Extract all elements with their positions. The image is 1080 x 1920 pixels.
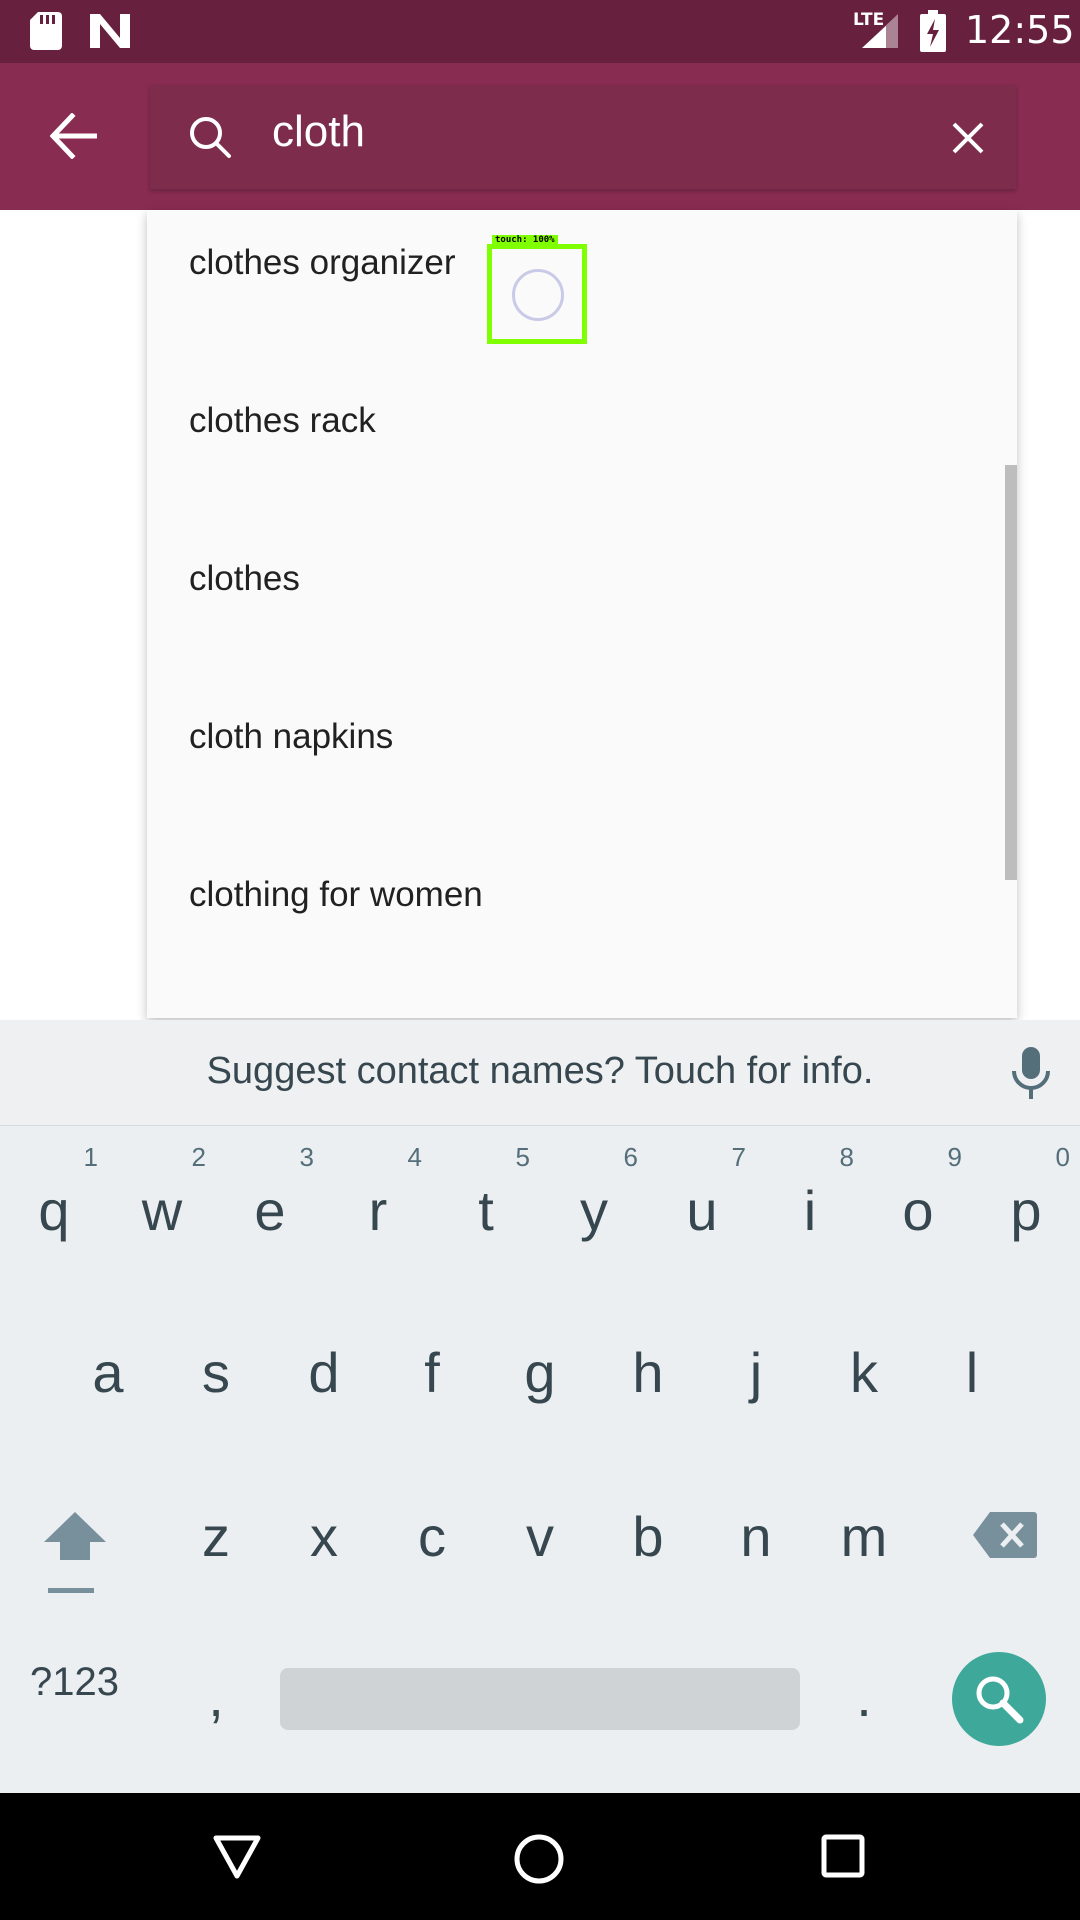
search-box[interactable]: cloth (150, 85, 1016, 189)
key-o[interactable]: 9o (864, 1142, 972, 1243)
suggestion-label: clothing for women (189, 875, 483, 914)
symbols-key[interactable]: ?123 (30, 1660, 119, 1705)
key-hint: 1 (83, 1142, 98, 1172)
home-nav-icon[interactable] (513, 1833, 565, 1885)
key-h[interactable]: h (594, 1340, 702, 1405)
key-y[interactable]: 6y (540, 1142, 648, 1243)
keyboard-suggestion-strip[interactable]: Suggest contact names? Touch for info. (0, 1020, 1080, 1126)
key-label: p (1010, 1179, 1042, 1242)
period-key[interactable]: . (810, 1664, 918, 1729)
key-g[interactable]: g (486, 1340, 594, 1405)
suggestion-item[interactable]: clothes rack (147, 368, 1017, 526)
key-v[interactable]: v (486, 1504, 594, 1569)
key-hint: 0 (1055, 1142, 1070, 1172)
comma-key[interactable]: , (162, 1664, 270, 1729)
touch-label: touch: 100% (492, 235, 558, 245)
key-p[interactable]: 0p (972, 1142, 1080, 1243)
key-label: y (580, 1179, 608, 1242)
backspace-key[interactable] (972, 1510, 1038, 1560)
suggestion-item[interactable]: cloth napkins (147, 684, 1017, 842)
key-j[interactable]: j (702, 1340, 810, 1405)
clear-search-button[interactable] (943, 113, 993, 163)
search-icon (976, 1676, 1024, 1724)
key-c[interactable]: c (378, 1504, 486, 1569)
key-label: t (478, 1179, 494, 1242)
key-hint: 6 (623, 1142, 638, 1172)
battery-charging-icon (920, 10, 946, 52)
navigation-bar (0, 1793, 1080, 1920)
key-label: e (254, 1179, 286, 1242)
key-u[interactable]: 7u (648, 1142, 756, 1243)
key-q[interactable]: 1q (0, 1142, 108, 1243)
clock: 12:55 (965, 8, 1075, 52)
search-input[interactable]: cloth (272, 107, 365, 157)
key-d[interactable]: d (270, 1340, 378, 1405)
key-t[interactable]: 5t (432, 1142, 540, 1243)
key-r[interactable]: 4r (324, 1142, 432, 1243)
key-k[interactable]: k (810, 1340, 918, 1405)
key-m[interactable]: m (810, 1504, 918, 1569)
mic-icon[interactable] (1010, 1045, 1052, 1101)
recents-nav-icon[interactable] (820, 1833, 866, 1879)
sd-card-icon (30, 12, 62, 50)
key-i[interactable]: 8i (756, 1142, 864, 1243)
suggestion-label: cloth napkins (189, 717, 394, 756)
suggestion-label: clothes rack (189, 401, 376, 440)
key-s[interactable]: s (162, 1340, 270, 1405)
search-key[interactable] (952, 1652, 1046, 1746)
touch-indicator: touch: 100% (487, 235, 587, 344)
suggestion-strip-text: Suggest contact names? Touch for info. (206, 1050, 874, 1092)
key-hint: 4 (407, 1142, 422, 1172)
key-hint: 3 (299, 1142, 314, 1172)
signal-icon (862, 14, 898, 48)
key-hint: 9 (947, 1142, 962, 1172)
search-app-bar: cloth (0, 63, 1080, 210)
arrow-back-icon (50, 113, 97, 159)
n-icon (90, 14, 130, 48)
key-l[interactable]: l (918, 1340, 1026, 1405)
key-label: i (803, 1179, 817, 1242)
spacebar[interactable] (280, 1668, 800, 1730)
key-w[interactable]: 2w (108, 1142, 216, 1243)
close-icon (952, 122, 984, 154)
touch-point (512, 269, 564, 321)
key-label: o (902, 1179, 934, 1242)
key-a[interactable]: a (54, 1340, 162, 1405)
status-bar: LTE 12:55 (0, 0, 1080, 63)
scrollbar[interactable] (1005, 465, 1017, 880)
key-hint: 5 (515, 1142, 530, 1172)
key-label: r (368, 1179, 388, 1242)
key-b[interactable]: b (594, 1504, 702, 1569)
back-nav-icon[interactable] (212, 1833, 262, 1881)
key-f[interactable]: f (378, 1340, 486, 1405)
suggestion-label: clothes (189, 559, 300, 598)
key-n[interactable]: n (702, 1504, 810, 1569)
suggestion-item[interactable]: clothes (147, 526, 1017, 684)
search-icon (190, 117, 231, 158)
key-label: w (141, 1179, 183, 1242)
key-label: q (38, 1179, 70, 1242)
key-hint: 2 (191, 1142, 206, 1172)
backspace-icon (973, 1512, 1037, 1558)
shift-key[interactable] (40, 1510, 110, 1595)
suggestion-item[interactable]: clothing for women (147, 842, 1017, 1000)
key-hint: 7 (731, 1142, 746, 1172)
back-button[interactable] (40, 108, 110, 168)
key-hint: 8 (839, 1142, 854, 1172)
key-e[interactable]: 3e (216, 1142, 324, 1243)
key-x[interactable]: x (270, 1504, 378, 1569)
shift-icon (44, 1512, 106, 1593)
key-label: u (686, 1179, 718, 1242)
key-z[interactable]: z (162, 1504, 270, 1569)
suggestion-label: clothes organizer (189, 243, 456, 282)
